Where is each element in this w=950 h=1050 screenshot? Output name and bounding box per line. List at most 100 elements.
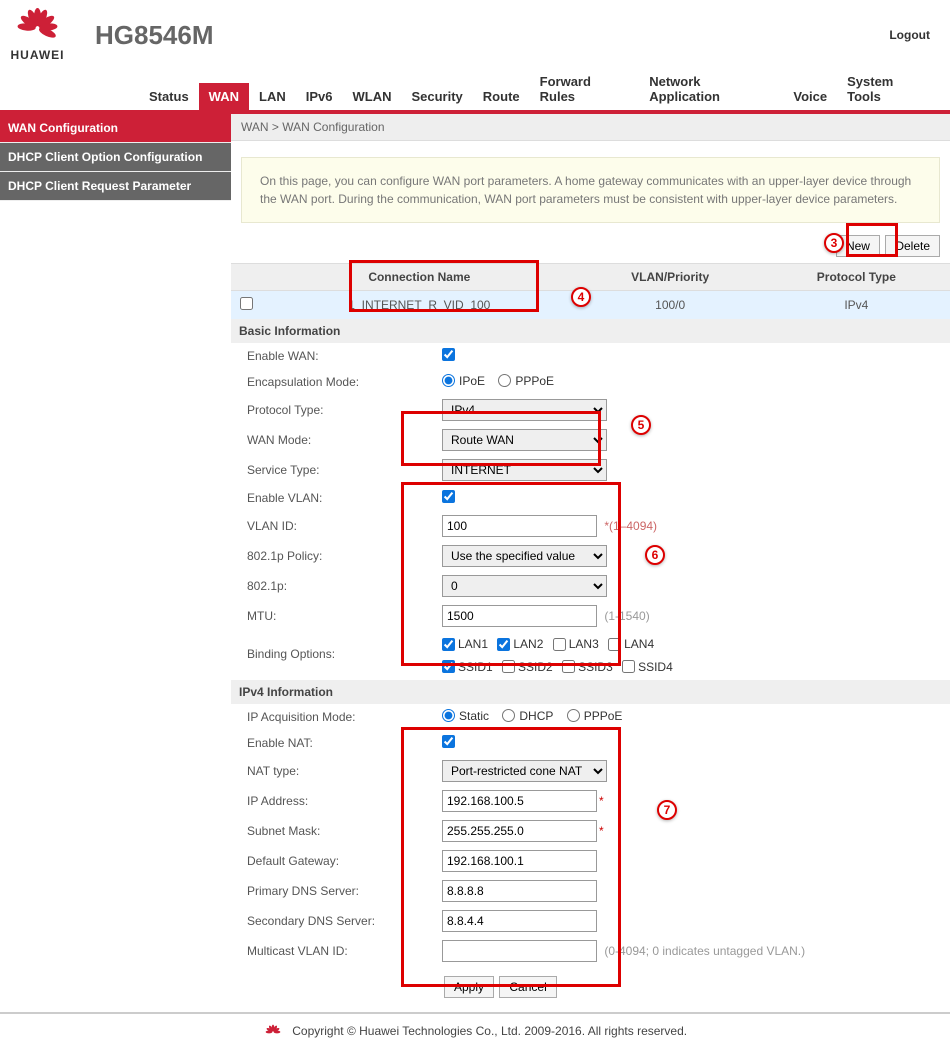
label-wan-mode: WAN Mode:	[247, 433, 442, 447]
nav-system-tools[interactable]: System Tools	[837, 68, 940, 110]
apply-button[interactable]: Apply	[444, 976, 494, 998]
vlan-id-input[interactable]	[442, 515, 597, 537]
label-ip: IP Address:	[247, 794, 442, 808]
enable-vlan-checkbox[interactable]	[442, 490, 455, 503]
mvlan-input[interactable]	[442, 940, 597, 962]
proto-type-select[interactable]: IPv4	[442, 399, 607, 421]
label-8021p-policy: 802.1p Policy:	[247, 549, 442, 563]
breadcrumb: WAN > WAN Configuration	[231, 114, 950, 141]
marker-5: 5	[631, 415, 651, 435]
label-binding: Binding Options:	[247, 637, 442, 661]
bind-lan1-checkbox[interactable]	[442, 638, 455, 651]
th-vlan: VLAN/Priority	[578, 264, 763, 291]
label-enable-vlan: Enable VLAN:	[247, 491, 442, 505]
ipacq-static-radio[interactable]	[442, 709, 455, 722]
label-mvlan: Multicast VLAN ID:	[247, 944, 442, 958]
section-ipv4: IPv4 Information	[231, 680, 950, 704]
nav-lan[interactable]: LAN	[249, 83, 296, 110]
marker-7: 7	[657, 800, 677, 820]
enable-nat-checkbox[interactable]	[442, 735, 455, 748]
page-description: On this page, you can configure WAN port…	[241, 157, 940, 223]
content-area: WAN > WAN Configuration On this page, yo…	[231, 114, 950, 1008]
mvlan-hint: (0-4094; 0 indicates untagged VLAN.)	[604, 944, 805, 958]
sidebar: WAN Configuration DHCP Client Option Con…	[0, 114, 231, 1008]
encap-ipoe-radio[interactable]	[442, 374, 455, 387]
label-encap: Encapsulation Mode:	[247, 375, 442, 389]
marker-3: 3	[824, 233, 844, 253]
ipacq-dhcp-radio[interactable]	[502, 709, 515, 722]
p8021-policy-select[interactable]: Use the specified value	[442, 545, 607, 567]
bind-ssid1-checkbox[interactable]	[442, 660, 455, 673]
service-type-select[interactable]: INTERNET	[442, 459, 607, 481]
connection-table: Connection Name VLAN/Priority Protocol T…	[231, 263, 950, 319]
nav-voice[interactable]: Voice	[783, 83, 837, 110]
cell-vlan: 100/0	[578, 291, 763, 320]
sidebar-dhcp-option[interactable]: DHCP Client Option Configuration	[0, 143, 231, 172]
bind-lan2-checkbox[interactable]	[497, 638, 510, 651]
label-gw: Default Gateway:	[247, 854, 442, 868]
label-enable-nat: Enable NAT:	[247, 736, 442, 750]
sidebar-dhcp-request[interactable]: DHCP Client Request Parameter	[0, 172, 231, 201]
cell-proto: IPv4	[763, 291, 950, 320]
enable-wan-checkbox[interactable]	[442, 348, 455, 361]
section-basic: Basic Information	[231, 319, 950, 343]
delete-button[interactable]: Delete	[885, 235, 940, 257]
page-footer: Copyright © Huawei Technologies Co., Ltd…	[0, 1012, 950, 1050]
huawei-flower-icon	[10, 8, 65, 48]
label-enable-wan: Enable WAN:	[247, 349, 442, 363]
marker-6: 6	[645, 545, 665, 565]
th-proto: Protocol Type	[763, 264, 950, 291]
nat-type-select[interactable]: Port-restricted cone NAT	[442, 760, 607, 782]
bind-ssid4-checkbox[interactable]	[622, 660, 635, 673]
table-toolbar: 3 New Delete	[231, 231, 950, 261]
p8021-select[interactable]: 0	[442, 575, 607, 597]
main-nav: Status WAN LAN IPv6 WLAN Security Route …	[0, 68, 950, 110]
footer-text: Copyright © Huawei Technologies Co., Ltd…	[292, 1024, 687, 1038]
page-header: HUAWEI HG8546M Logout Status WAN LAN IPv…	[0, 0, 950, 114]
bind-ssid2-checkbox[interactable]	[502, 660, 515, 673]
nav-wlan[interactable]: WLAN	[342, 83, 401, 110]
ip-input[interactable]	[442, 790, 597, 812]
cancel-button[interactable]: Cancel	[499, 976, 556, 998]
nav-security[interactable]: Security	[401, 83, 472, 110]
marker-4: 4	[571, 287, 591, 307]
label-proto-type: Protocol Type:	[247, 403, 442, 417]
vlan-id-hint: *(1–4094)	[604, 519, 657, 533]
dns2-input[interactable]	[442, 910, 597, 932]
nav-status[interactable]: Status	[139, 83, 199, 110]
gw-input[interactable]	[442, 850, 597, 872]
ipacq-pppoe-radio[interactable]	[567, 709, 580, 722]
sidebar-wan-config[interactable]: WAN Configuration	[0, 114, 231, 143]
label-mtu: MTU:	[247, 609, 442, 623]
nav-route[interactable]: Route	[473, 83, 530, 110]
label-dns1: Primary DNS Server:	[247, 884, 442, 898]
logout-link[interactable]: Logout	[889, 28, 930, 42]
dns1-input[interactable]	[442, 880, 597, 902]
label-vlan-id: VLAN ID:	[247, 519, 442, 533]
label-ipacq: IP Acquisition Mode:	[247, 710, 442, 724]
label-service-type: Service Type:	[247, 463, 442, 477]
encap-pppoe-radio[interactable]	[498, 374, 511, 387]
huawei-flower-icon	[263, 1024, 283, 1040]
mtu-input[interactable]	[442, 605, 597, 627]
label-8021p: 802.1p:	[247, 579, 442, 593]
brand-logo: HUAWEI	[10, 8, 65, 62]
label-dns2: Secondary DNS Server:	[247, 914, 442, 928]
bind-ssid3-checkbox[interactable]	[562, 660, 575, 673]
mask-input[interactable]	[442, 820, 597, 842]
bind-lan3-checkbox[interactable]	[553, 638, 566, 651]
bind-lan4-checkbox[interactable]	[608, 638, 621, 651]
th-conn-name: Connection Name	[261, 264, 578, 291]
cell-conn-name: 1_INTERNET_R_VID_100	[261, 291, 578, 320]
nav-wan[interactable]: WAN	[199, 83, 249, 110]
label-mask: Subnet Mask:	[247, 824, 442, 838]
model-name: HG8546M	[95, 20, 214, 51]
wan-mode-select[interactable]: Route WAN	[442, 429, 607, 451]
mtu-hint: (1-1540)	[604, 609, 649, 623]
nav-forward[interactable]: Forward Rules	[530, 68, 640, 110]
row-select-checkbox[interactable]	[240, 297, 253, 310]
nav-ipv6[interactable]: IPv6	[296, 83, 343, 110]
label-nat-type: NAT type:	[247, 764, 442, 778]
brand-text: HUAWEI	[11, 48, 65, 62]
nav-network-app[interactable]: Network Application	[639, 68, 783, 110]
